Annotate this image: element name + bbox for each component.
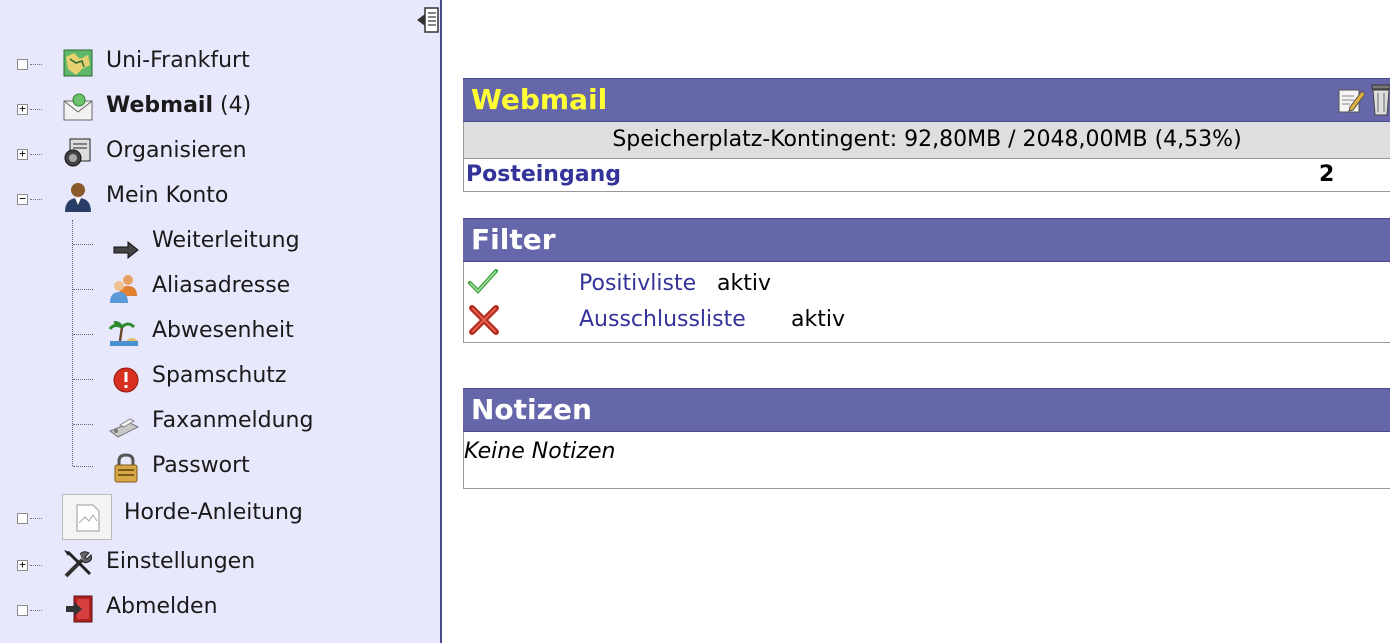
- logout-icon: [66, 595, 93, 623]
- arrow-right-icon: [113, 240, 139, 260]
- mail-icon: [63, 93, 93, 121]
- filter-list: Positivliste aktiv Ausschlussliste aktiv: [463, 262, 1390, 343]
- map-icon: [63, 49, 93, 77]
- sidebar-item-label: Aliasadresse: [152, 273, 291, 298]
- tree-connector: [73, 289, 93, 290]
- tree-connector: [30, 518, 42, 519]
- unread-count: (4): [220, 93, 252, 118]
- tree-connector: [73, 244, 93, 245]
- webmail-panel-header: Webmail: [463, 78, 1390, 122]
- tree-connector: [30, 565, 42, 566]
- sidebar-item-einstellungen[interactable]: + Einstellungen: [0, 545, 440, 585]
- sidebar-item-label: Uni-Frankfurt: [106, 48, 250, 73]
- tree-connector: [30, 109, 42, 110]
- sidebar-item-label: Organisieren: [106, 138, 247, 163]
- filter-row-positivliste: Positivliste aktiv: [464, 266, 1390, 302]
- filter-panel: Filter Positivliste aktiv Ausschlusslist…: [463, 218, 1390, 343]
- image-frame: [62, 494, 112, 540]
- panel-title: Filter: [471, 223, 556, 256]
- positivliste-link[interactable]: Positivliste: [579, 266, 696, 302]
- tree-connector: [30, 199, 42, 200]
- tree-toggle: [17, 513, 28, 524]
- sidebar-item-abmelden[interactable]: Abmelden: [0, 590, 440, 630]
- sidebar: Uni-Frankfurt + Webmail (4) + Organisier…: [0, 0, 442, 643]
- collapse-sidebar-icon[interactable]: [416, 6, 440, 36]
- tree-connector: [73, 379, 93, 380]
- panel-title: Webmail: [471, 83, 608, 116]
- sidebar-item-label: Weiterleitung: [152, 228, 300, 253]
- notes-panel-header: Notizen: [463, 388, 1390, 432]
- sidebar-item-label: Webmail: [106, 93, 214, 118]
- inbox-count: 2: [1319, 162, 1335, 187]
- stop-icon: [113, 367, 139, 393]
- cross-icon: [469, 305, 499, 335]
- inbox-link[interactable]: Posteingang: [464, 162, 621, 187]
- sidebar-item-weiterleitung[interactable]: Weiterleitung: [0, 224, 440, 264]
- tree-toggle[interactable]: +: [17, 148, 28, 160]
- users-icon: [110, 275, 137, 303]
- fax-icon: [108, 418, 140, 438]
- filter-state: aktiv: [791, 307, 845, 332]
- sidebar-item-webmail[interactable]: + Webmail (4): [0, 89, 440, 129]
- ausschlussliste-link[interactable]: Ausschlussliste: [579, 302, 746, 338]
- sidebar-item-label: Passwort: [152, 453, 250, 478]
- lock-icon: [114, 453, 138, 483]
- sidebar-item-label: Faxanmeldung: [152, 408, 314, 433]
- sidebar-item-label: Mein Konto: [106, 183, 229, 208]
- sidebar-item-aliasadresse[interactable]: Aliasadresse: [0, 269, 440, 309]
- sidebar-item-abwesenheit[interactable]: Abwesenheit: [0, 314, 440, 354]
- filter-panel-header: Filter: [463, 218, 1390, 262]
- sidebar-item-organisieren[interactable]: + Organisieren: [0, 134, 440, 174]
- sidebar-item-label: Einstellungen: [106, 549, 256, 574]
- tools-icon: [64, 550, 93, 578]
- sidebar-item-label: Spamschutz: [152, 363, 287, 388]
- edit-icon[interactable]: [1336, 85, 1366, 115]
- tree-connector: [30, 610, 42, 611]
- sidebar-item-label: Abwesenheit: [152, 318, 294, 343]
- document-icon: [76, 504, 100, 532]
- tree-toggle: [17, 59, 28, 70]
- sidebar-item-horde-anleitung[interactable]: Horde-Anleitung: [0, 494, 440, 542]
- storage-quota: Speicherplatz-Kontingent: 92,80MB / 2048…: [463, 122, 1390, 159]
- sidebar-item-label: Abmelden: [106, 594, 218, 619]
- tree-toggle[interactable]: +: [17, 103, 28, 115]
- webmail-panel: Webmail Speicherplatz-Kontingent: 92,80M…: [463, 78, 1390, 192]
- sidebar-item-mein-konto[interactable]: − Mein Konto: [0, 179, 440, 219]
- sidebar-item-label-group: Webmail (4): [106, 93, 251, 119]
- filter-state: aktiv: [717, 271, 771, 296]
- sidebar-item-label: Horde-Anleitung: [124, 500, 303, 525]
- sidebar-item-faxanmeldung[interactable]: Faxanmeldung: [0, 404, 440, 444]
- organizer-icon: [64, 138, 91, 167]
- tree-connector: [30, 64, 42, 65]
- user-icon: [65, 183, 91, 212]
- tree-connector: [73, 334, 93, 335]
- notes-panel: Notizen Keine Notizen: [463, 388, 1390, 489]
- notes-empty-text: Keine Notizen: [463, 432, 1390, 489]
- tree-connector: [73, 424, 93, 425]
- tree-connector: [30, 154, 42, 155]
- filter-row-ausschlussliste: Ausschlussliste aktiv: [464, 302, 1390, 338]
- tree-toggle: [17, 605, 28, 616]
- tree-toggle[interactable]: +: [17, 559, 28, 571]
- sidebar-item-passwort[interactable]: Passwort: [0, 449, 440, 489]
- sidebar-item-spamschutz[interactable]: Spamschutz: [0, 359, 440, 399]
- inbox-row[interactable]: Posteingang 2: [463, 159, 1390, 192]
- sidebar-item-uni-frankfurt[interactable]: Uni-Frankfurt: [0, 44, 440, 84]
- check-icon: [468, 269, 498, 294]
- trash-icon[interactable]: [1369, 83, 1390, 117]
- tree-connector: [73, 466, 93, 467]
- tree-toggle[interactable]: −: [17, 193, 28, 205]
- panel-title: Notizen: [471, 393, 592, 426]
- beach-icon: [108, 321, 138, 346]
